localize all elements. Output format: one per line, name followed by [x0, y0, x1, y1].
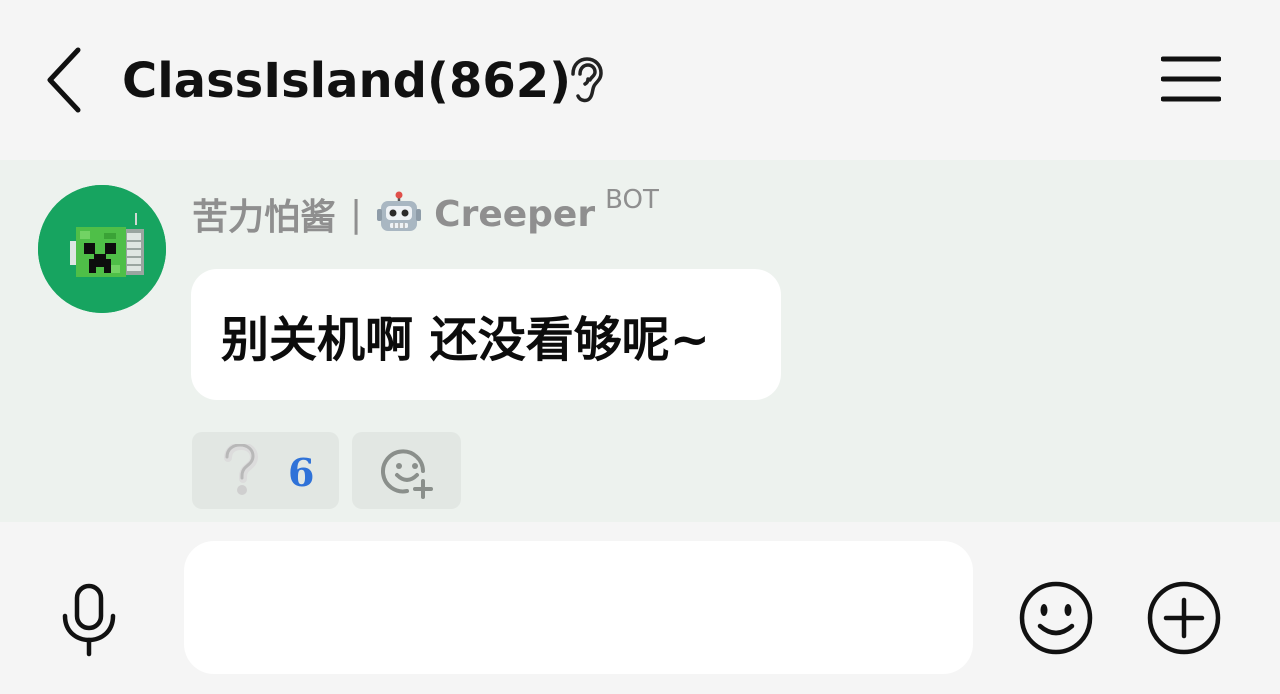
chat-title[interactable]: ClassIsland(862)	[122, 46, 571, 116]
creeper-avatar-icon	[38, 185, 166, 313]
chat-window: ClassIsland(862) 苦力怕酱 | Creeper BOT 别关机啊…	[0, 0, 1280, 694]
input-bar	[0, 522, 1280, 694]
question-mark-icon	[224, 444, 259, 495]
bot-badge: BOT	[605, 185, 659, 215]
avatar[interactable]	[38, 185, 166, 313]
name-separator: |	[350, 193, 363, 235]
ear-icon	[571, 57, 603, 103]
sender-info: 苦力怕酱 | Creeper BOT	[192, 185, 659, 242]
back-button[interactable]	[34, 40, 94, 120]
chevron-left-icon	[47, 47, 81, 113]
message-list: 苦力怕酱 | Creeper BOT 别关机啊 还没看够呢~ 6	[0, 160, 1280, 522]
message-input[interactable]	[184, 541, 973, 674]
voice-button[interactable]	[50, 579, 128, 661]
robot-icon	[377, 191, 422, 231]
more-button[interactable]	[1144, 578, 1224, 658]
add-emoji-icon	[380, 448, 433, 499]
reaction-chip[interactable]: 6	[192, 432, 339, 509]
chat-header: ClassIsland(862)	[0, 0, 1280, 160]
emoji-button[interactable]	[1016, 578, 1096, 658]
smiley-icon	[1019, 581, 1093, 655]
message-bubble[interactable]: 别关机啊 还没看够呢~	[191, 269, 781, 400]
microphone-icon	[62, 583, 116, 657]
message-text: 别关机啊 还没看够呢~	[221, 311, 710, 368]
reaction-count: 6	[288, 450, 315, 495]
sender-name[interactable]: 苦力怕酱	[192, 188, 336, 240]
add-reaction-button[interactable]	[352, 432, 461, 509]
menu-button[interactable]	[1155, 48, 1227, 110]
plus-circle-icon	[1147, 581, 1221, 655]
hamburger-menu-icon	[1161, 56, 1221, 102]
bot-name[interactable]: Creeper	[434, 194, 595, 235]
